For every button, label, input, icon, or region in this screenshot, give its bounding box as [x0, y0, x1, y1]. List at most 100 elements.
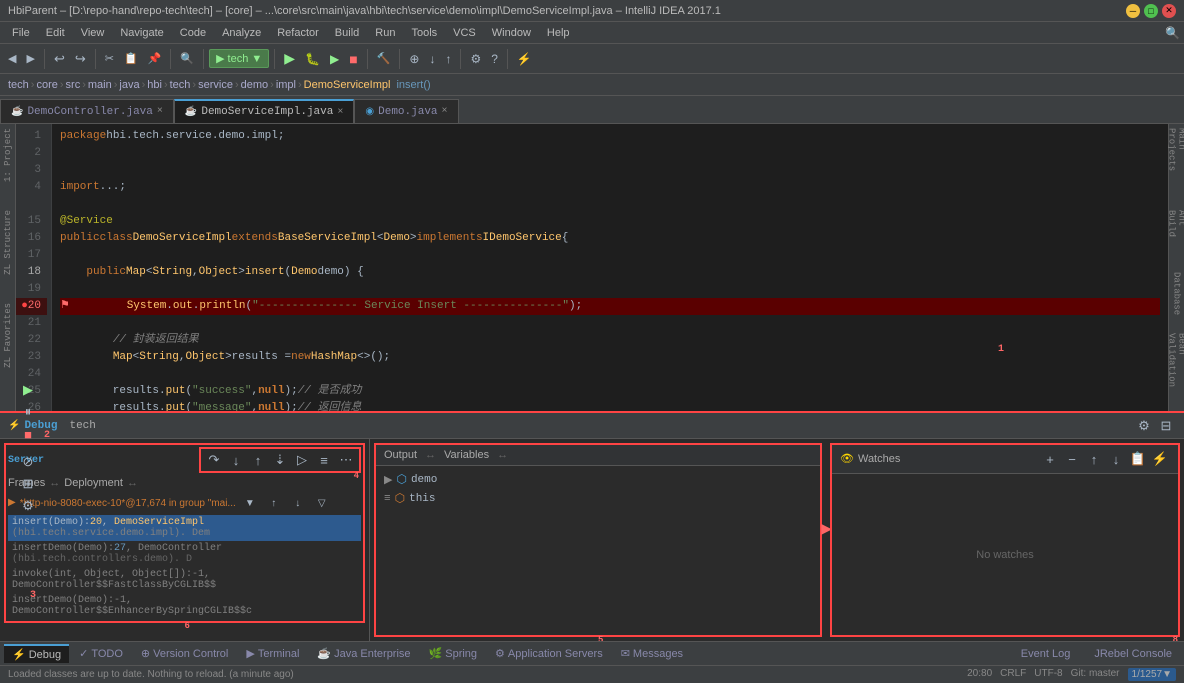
step-out-btn[interactable]: ↑ [248, 450, 268, 470]
project-icon[interactable]: 1: Project [3, 128, 13, 182]
bottom-tab-todo[interactable]: ✓ TODO [71, 645, 131, 662]
thread-up[interactable]: ↑ [264, 493, 284, 513]
tab-demoserviceimpl[interactable]: ☕ DemoServiceImpl.java × [174, 99, 355, 123]
bottom-event-log[interactable]: Event Log [1013, 646, 1079, 662]
var-demo[interactable]: ▶ ⬡ demo [380, 470, 816, 489]
menu-analyze[interactable]: Analyze [214, 25, 269, 41]
toolbar-redo[interactable]: ↪ [71, 47, 90, 71]
thread-filter[interactable]: ▽ [312, 493, 332, 513]
bottom-jrebel-console[interactable]: JRebel Console [1086, 646, 1180, 662]
debug-layout-btn[interactable]: ⊟ [1156, 416, 1176, 436]
breadcrumb-impl[interactable]: impl [276, 79, 296, 91]
breadcrumb-java[interactable]: java [119, 79, 139, 91]
minimize-button[interactable]: ─ [1126, 4, 1140, 18]
bean-validation-icon[interactable]: Bean Validation [1167, 333, 1184, 407]
menu-edit[interactable]: Edit [38, 25, 73, 41]
breadcrumb-main[interactable]: main [88, 79, 112, 91]
toolbar-run[interactable]: ▶ [280, 47, 299, 71]
restore-layout-btn[interactable]: ⊞ [18, 474, 38, 494]
breadcrumb-hbi[interactable]: hbi [147, 79, 162, 91]
evaluate-watch-btn[interactable]: ⚡ [1150, 449, 1170, 469]
menu-vcs[interactable]: VCS [445, 25, 484, 41]
add-watch-btn[interactable]: + [1040, 449, 1060, 469]
remove-watch-btn[interactable]: − [1062, 449, 1082, 469]
debug-settings-btn[interactable]: ⚙ [1134, 416, 1154, 436]
maximize-button[interactable]: □ [1144, 4, 1158, 18]
breadcrumb-tech2[interactable]: tech [170, 79, 191, 91]
toolbar-back[interactable]: ◀ [4, 47, 20, 71]
bottom-tab-messages[interactable]: ✉ Messages [613, 645, 691, 662]
evaluate-btn[interactable]: ≡ [314, 450, 334, 470]
toolbar-copy[interactable]: 📋 [120, 47, 142, 71]
toolbar-push[interactable]: ↑ [441, 47, 455, 71]
watch-up-btn[interactable]: ↑ [1084, 449, 1104, 469]
toolbar-tech-dropdown[interactable]: ▶ tech ▼ [209, 49, 269, 68]
main-projects-icon[interactable]: Main Projects [1167, 128, 1184, 192]
toolbar-cut[interactable]: ✂ [101, 47, 118, 71]
database-icon[interactable]: Database [1172, 272, 1182, 315]
toolbar-vcs[interactable]: ⊕ [405, 47, 423, 71]
menu-help[interactable]: Help [539, 25, 578, 41]
mute-breakpoints-btn[interactable]: ⊘ [18, 452, 38, 472]
step-into-btn[interactable]: ↓ [226, 450, 246, 470]
menu-build[interactable]: Build [327, 25, 367, 41]
breadcrumb-tech[interactable]: tech [8, 79, 29, 91]
line-20-bp[interactable]: ●20 [16, 298, 47, 315]
stack-frame-2[interactable]: invoke(int, Object, Object[]):-1, DemoCo… [8, 567, 361, 593]
toolbar-paste[interactable]: 📌 [144, 47, 166, 71]
tab-demo[interactable]: ◉ Demo.java × [354, 99, 458, 123]
menu-navigate[interactable]: Navigate [112, 25, 171, 41]
menu-view[interactable]: View [73, 25, 113, 41]
toolbar-build[interactable]: 🔨 [373, 47, 395, 71]
run-cursor-btn[interactable]: ▷ [292, 450, 312, 470]
debug-tab-tech[interactable]: tech [69, 420, 95, 432]
bottom-tab-terminal[interactable]: ▶ Terminal [238, 645, 307, 662]
settings-debug-btn[interactable]: ⚙ [18, 496, 38, 516]
tab-democontroller[interactable]: ☕ DemoController.java × [0, 99, 174, 123]
toolbar-update[interactable]: ↓ [425, 47, 439, 71]
thread-dropdown[interactable]: ▼ [240, 493, 260, 513]
menu-refactor[interactable]: Refactor [269, 25, 327, 41]
menu-run[interactable]: Run [367, 25, 403, 41]
thread-down[interactable]: ↓ [288, 493, 308, 513]
stop-debug-btn[interactable]: ■ [18, 439, 38, 444]
bottom-tab-debug[interactable]: ⚡ Debug [4, 644, 69, 663]
breadcrumb-src[interactable]: src [66, 79, 81, 91]
breadcrumb-demo[interactable]: demo [241, 79, 269, 91]
ant-build-icon[interactable]: Ant Build [1167, 210, 1184, 254]
menu-tools[interactable]: Tools [403, 25, 445, 41]
code-editor[interactable]: package hbi.tech.service.demo.impl; impo… [52, 124, 1168, 411]
tab-close-demo[interactable]: × [442, 106, 448, 117]
menu-file[interactable]: File [4, 25, 38, 41]
stack-frame-1[interactable]: insertDemo(Demo):27, DemoController (hbi… [8, 541, 361, 567]
bottom-tab-spring[interactable]: 🌿 Spring [421, 645, 486, 662]
menu-code[interactable]: Code [172, 25, 214, 41]
stack-frame-0[interactable]: insert(Demo):20, DemoServiceImpl (hbi.te… [8, 515, 361, 541]
breadcrumb-service[interactable]: service [198, 79, 233, 91]
toolbar-help[interactable]: ? [487, 47, 502, 71]
tab-close-demoserviceimpl[interactable]: × [337, 107, 343, 118]
toolbar-coverage[interactable]: ▶ [326, 47, 343, 71]
toolbar-forward[interactable]: ▶ [22, 47, 38, 71]
bottom-tab-java[interactable]: ☕ Java Enterprise [309, 645, 418, 662]
toolbar-extra[interactable]: ⚡ [513, 47, 536, 71]
watch-down-btn[interactable]: ↓ [1106, 449, 1126, 469]
toolbar-settings[interactable]: ⚙ [466, 47, 485, 71]
toolbar-stop[interactable]: ■ [345, 47, 361, 71]
stack-frame-3[interactable]: insertDemo(Demo):-1, DemoController$$Enh… [8, 593, 361, 619]
var-this[interactable]: ≡ ⬡ this [380, 489, 816, 508]
copy-watch-btn[interactable]: 📋 [1128, 449, 1148, 469]
bottom-tab-vcs[interactable]: ⊕ Version Control [133, 645, 236, 662]
favorites-icon[interactable]: ZL Favorites [3, 303, 13, 368]
more-debug-btn[interactable]: ⋯ [336, 450, 356, 470]
search-icon[interactable]: 🔍 [1165, 26, 1180, 40]
menu-window[interactable]: Window [484, 25, 539, 41]
force-step-btn[interactable]: ⇣ [270, 450, 290, 470]
toolbar-undo[interactable]: ↩ [50, 47, 69, 71]
step-over-btn[interactable]: ↷ [204, 450, 224, 470]
close-button[interactable]: ✕ [1162, 4, 1176, 18]
breadcrumb-demoserviceimpl[interactable]: DemoServiceImpl [304, 79, 391, 91]
tab-close-democontroller[interactable]: × [157, 106, 163, 117]
breadcrumb-core[interactable]: core [36, 79, 57, 91]
toolbar-find[interactable]: 🔍 [176, 47, 198, 71]
